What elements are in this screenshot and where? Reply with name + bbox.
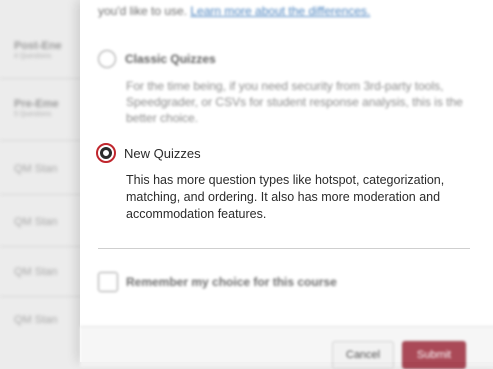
- new-quizzes-title: New Quizzes: [124, 145, 201, 161]
- cancel-button[interactable]: Cancel: [332, 341, 394, 369]
- option-classic-quizzes[interactable]: Classic Quizzes For the time being, if y…: [98, 50, 478, 126]
- classic-quizzes-title: Classic Quizzes: [125, 52, 216, 66]
- quiz-engine-dialog: you'd like to use. Learn more about the …: [80, 0, 493, 369]
- list-item-title: QM Stan: [14, 314, 58, 326]
- intro-text: you'd like to use.: [98, 4, 188, 18]
- radio-selected-dot: [100, 147, 112, 159]
- dialog-divider: [98, 248, 470, 249]
- list-item-title: Post-Ene: [14, 40, 62, 52]
- list-item: Post-Ene 4 Questions: [14, 40, 62, 60]
- list-item: QM Stan: [14, 314, 57, 326]
- list-item-title: QM Stan: [14, 216, 58, 228]
- list-item: QM Stan: [14, 216, 57, 228]
- list-item: QM Stan: [14, 266, 57, 278]
- option-new-quizzes[interactable]: New Quizzes This has more question types…: [96, 143, 478, 223]
- list-item: Pre-Eme 5 Questions: [14, 98, 59, 118]
- dialog-footer: Cancel Submit: [80, 326, 493, 369]
- learn-more-link[interactable]: Learn more about the differences.: [190, 4, 370, 18]
- list-item-subtitle: 4 Questions: [14, 53, 52, 60]
- list-item-title: QM Stan: [14, 266, 58, 278]
- dialog-intro: you'd like to use. Learn more about the …: [98, 4, 488, 18]
- remember-choice-label: Remember my choice for this course: [126, 275, 337, 289]
- list-item-title: Pre-Eme: [14, 98, 59, 110]
- new-quizzes-radio[interactable]: [96, 143, 116, 163]
- new-quizzes-description: This has more question types like hotspo…: [126, 173, 445, 221]
- remember-choice[interactable]: Remember my choice for this course: [98, 272, 337, 292]
- remember-choice-checkbox[interactable]: [98, 272, 118, 292]
- list-item: QM Stan: [14, 163, 57, 175]
- submit-button[interactable]: Submit: [402, 341, 466, 369]
- list-item-subtitle: 5 Questions: [14, 111, 52, 118]
- list-item-title: QM Stan: [14, 163, 58, 175]
- classic-quizzes-radio[interactable]: [98, 50, 116, 68]
- classic-quizzes-description: For the time being, if you need security…: [126, 79, 463, 125]
